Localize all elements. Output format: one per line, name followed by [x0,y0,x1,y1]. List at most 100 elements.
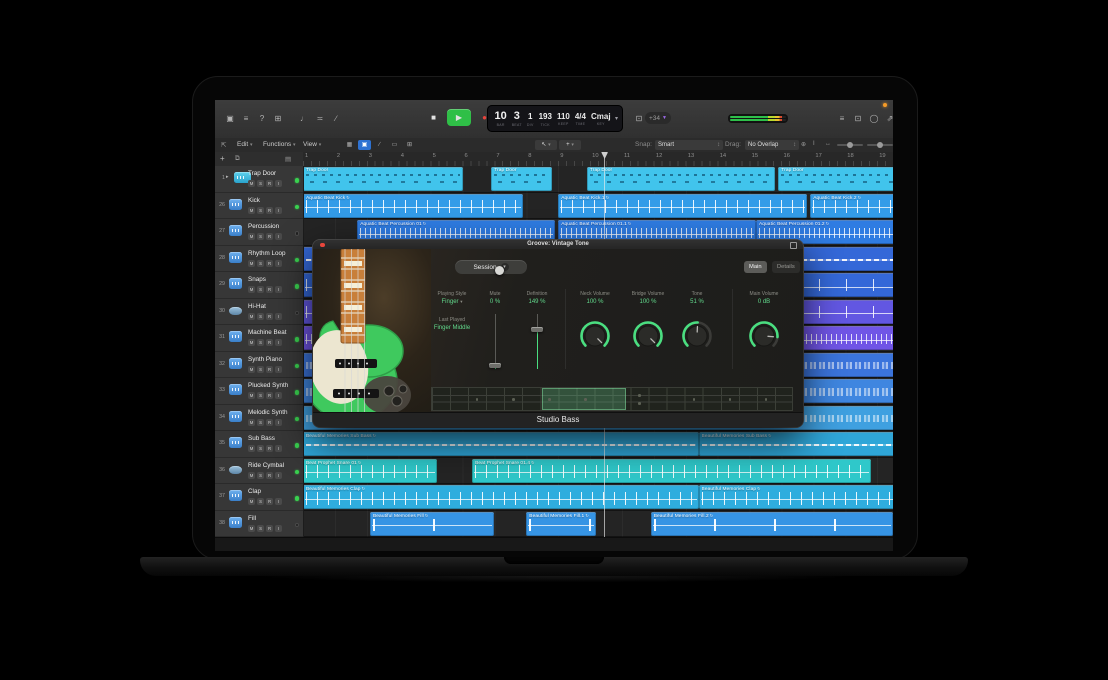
track-header-machine-beat[interactable]: 31Machine BeatMSRI [215,325,303,352]
record-enable-button[interactable]: R [266,472,273,479]
automation-icon[interactable]: ∕ [373,140,386,150]
solo-button[interactable]: S [257,339,264,346]
lcd-chevron-icon[interactable]: ▾ [615,115,618,122]
mute-button[interactable]: M [248,180,255,187]
toolbar-toggle-icon[interactable]: ⊞ [271,112,285,126]
region[interactable]: Beautiful Memories Fill.1↻ [526,512,596,536]
record-enable-button[interactable]: R [266,207,273,214]
close-icon[interactable] [320,243,325,248]
region[interactable]: Beautiful Memories Fill.2↻ [651,512,893,536]
track-header-melodic-synth[interactable]: 34Melodic SynthMSRI [215,405,303,432]
input-monitor-button[interactable]: I [275,498,282,505]
record-enable-button[interactable]: R [266,260,273,267]
play-button[interactable]: ▶ [447,109,471,126]
record-enable-button[interactable]: R [266,233,273,240]
mute-button[interactable]: M [248,366,255,373]
duplicate-track-button[interactable]: ⧉ [235,155,240,163]
pointer-tool-selector[interactable]: ↖ ▾ [535,140,557,150]
record-enable-button[interactable]: R [266,445,273,452]
drag-mode-selector[interactable]: No Overlap↕ [745,140,799,150]
lcd-display[interactable]: 10BAR 3BEAT 1DIV 193TICK 110KEEP 4/4TIME… [487,105,623,132]
smart-controls-icon[interactable]: ≍ [313,112,327,126]
mute-button[interactable]: M [248,525,255,532]
key-signature[interactable]: Cmaj [591,112,611,121]
vertical-zoom-slider[interactable] [837,144,863,146]
catch-playhead-icon[interactable]: ⊕ [801,141,806,148]
record-enable-button[interactable]: R [266,313,273,320]
input-monitor-button[interactable]: I [275,207,282,214]
track-header-snaps[interactable]: 29SnapsMSRI [215,272,303,299]
solo-button[interactable]: S [257,366,264,373]
time-signature[interactable]: 4/4 [575,112,586,121]
knob-neck-volume[interactable] [577,318,613,354]
bar-ruler[interactable]: 12345678910111213141516171819 [303,152,893,167]
secondary-tool-selector[interactable]: + ▾ [559,140,581,150]
track-lane-trap-door[interactable]: Trap DoorTrap DoorTrap DoorTrap Door [303,166,893,193]
track-header-ride-cymbal[interactable]: 36Ride CymbalMSRI [215,458,303,485]
region[interactable]: Trap Door [491,167,552,191]
input-monitor-button[interactable]: I [275,180,282,187]
knob-bridge-volume[interactable] [630,318,666,354]
track-lane-sub-bass[interactable]: Beautiful Memories Sub Bass↻Beautiful Me… [303,431,893,458]
track-header-sub-bass[interactable]: 35Sub BassMSRI [215,431,303,458]
mute-button[interactable]: M [248,286,255,293]
solo-button[interactable]: S [257,180,264,187]
mute-button[interactable]: M [248,419,255,426]
mute-button[interactable]: M [248,392,255,399]
track-header-kick[interactable]: 26KickMSRI [215,193,303,220]
solo-button[interactable]: S [257,445,264,452]
region[interactable]: Beautiful Memories Clap↻ [303,485,699,509]
input-monitor-button[interactable]: I [275,472,282,479]
region[interactable]: Beat Prophet Snare 01.4↻ [472,459,871,483]
track-header-rhythm-loop[interactable]: 28Rhythm LoopMSRI [215,246,303,273]
solo-button[interactable]: S [257,525,264,532]
mute-button[interactable]: M [248,260,255,267]
fret-position-handle[interactable] [495,266,504,275]
region[interactable]: Beautiful Memories Clap↻ [699,485,893,509]
input-monitor-button[interactable]: I [275,339,282,346]
solo-button[interactable]: S [257,233,264,240]
solo-button[interactable]: S [257,472,264,479]
record-enable-button[interactable]: R [266,180,273,187]
nav-back-icon[interactable]: ⇱ [221,141,226,149]
input-monitor-button[interactable]: I [275,366,282,373]
track-lane-ride-cymbal[interactable]: Beat Prophet Snare 01↻Beat Prophet Snare… [303,458,893,485]
header-options-icon[interactable]: ▤ [285,155,291,163]
fretboard-display[interactable] [431,387,793,411]
cpu-meter-icon[interactable]: ⊡ [632,112,646,126]
horizontal-zoom-slider[interactable] [867,144,893,146]
inspector-icon[interactable]: ≡ [239,112,253,126]
track-lane-fill[interactable]: Beautiful Memories Fill↻ Beautiful Memori… [303,511,893,538]
solo-button[interactable]: S [257,313,264,320]
record-enable-button[interactable]: R [266,498,273,505]
mute-button[interactable]: M [248,498,255,505]
plugin-window[interactable]: Groove: Vintage Tone [313,240,803,427]
solo-button[interactable]: S [257,498,264,505]
mute-button[interactable]: M [248,313,255,320]
track-lane-kick[interactable]: Aquatic Beat Kick↻Aquatic Beat Kick.1↻Aq… [303,193,893,220]
input-monitor-button[interactable]: I [275,233,282,240]
track-header-fill[interactable]: 38FillMSRI [215,511,303,538]
record-enable-button[interactable]: R [266,339,273,346]
text-tool-icon[interactable]: I [813,141,815,147]
solo-button[interactable]: S [257,207,264,214]
track-header-synth-piano[interactable]: 32Synth PianoMSRI [215,352,303,379]
share-icon[interactable]: ⇗ [883,112,893,126]
mute-button[interactable]: M [248,472,255,479]
solo-button[interactable]: S [257,260,264,267]
menu-functions[interactable]: Functions ▾ [263,141,296,148]
record-enable-button[interactable]: R [266,525,273,532]
library-icon[interactable]: ▣ [223,112,237,126]
record-enable-button[interactable]: R [266,366,273,373]
metronome-icon[interactable]: ♩ [297,112,311,126]
region[interactable]: Beautiful Memories Sub Bass↻ [303,432,699,456]
track-lane-clap[interactable]: Beautiful Memories Clap↻Beautiful Memori… [303,484,893,511]
marquee-icon[interactable]: ▭ [388,140,401,150]
solo-button[interactable]: S [257,286,264,293]
grid-view-icon[interactable]: ▦ [343,140,356,150]
tab-main[interactable]: Main [744,261,767,273]
region[interactable]: Beautiful Memories Fill↻ [370,512,494,536]
knob-main-volume[interactable] [746,318,782,354]
solo-button[interactable]: S [257,419,264,426]
auto-zoom-icon[interactable]: ↔ [825,141,831,147]
